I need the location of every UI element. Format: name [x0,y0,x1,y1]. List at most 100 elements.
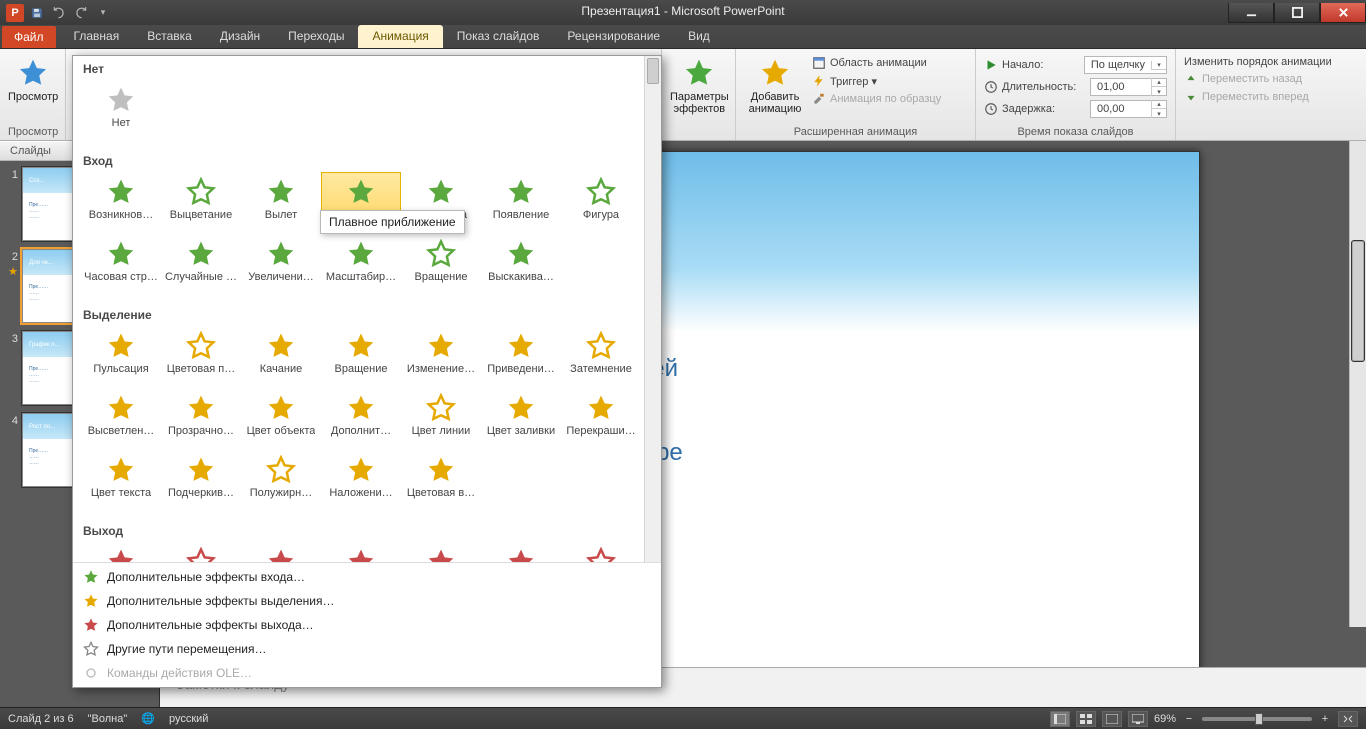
anim-item[interactable]: Цвет линии [401,388,481,450]
pane-icon [812,56,826,70]
zoom-out-button[interactable]: − [1182,713,1196,725]
tab-insert[interactable]: Вставка [133,25,206,48]
duration-spinner[interactable]: 01,00▴▾ [1090,78,1167,96]
start-dropdown[interactable]: По щелчку▾ [1084,56,1167,74]
anim-item[interactable]: Наложени… [321,450,401,512]
group-caption-advanced: Расширенная анимация [744,124,967,138]
view-sorter-button[interactable] [1076,711,1096,727]
anim-item[interactable]: Выцветание [161,172,241,234]
view-slideshow-button[interactable] [1128,711,1148,727]
anim-item[interactable]: Исчезнове… [81,542,161,562]
anim-item[interactable]: Выскакива… [481,234,561,296]
anim-item[interactable]: Вращение [321,326,401,388]
tab-animations[interactable]: Анимация [358,25,442,48]
status-language[interactable]: русский [169,713,208,725]
anim-item[interactable]: Увеличени… [241,234,321,296]
anim-item[interactable]: Цветовая в… [401,450,481,512]
anim-item[interactable]: Перекраши… [561,388,641,450]
thumb-number: 1 [4,167,18,181]
gallery-scrollbar-thumb[interactable] [647,58,659,84]
anim-item[interactable]: Плавное уд… [321,542,401,562]
vertical-scrollbar[interactable] [1349,141,1366,627]
group-effect-options: Параметры эффектов [662,49,736,140]
zoom-in-button[interactable]: + [1318,713,1332,725]
anim-item[interactable]: Приведени… [481,326,561,388]
tab-view[interactable]: Вид [674,25,724,48]
anim-item[interactable]: Качание [241,326,321,388]
anim-item[interactable]: Затемнение [561,326,641,388]
tab-design[interactable]: Дизайн [206,25,274,48]
group-caption-timing: Время показа слайдов [984,124,1167,138]
star-icon [104,329,138,363]
anim-item[interactable]: Изменение… [401,326,481,388]
anim-item[interactable]: Вращение [401,234,481,296]
minimize-button[interactable] [1228,3,1274,23]
tab-slideshow[interactable]: Показ слайдов [443,25,554,48]
close-button[interactable] [1320,3,1366,23]
anim-item[interactable]: Масштабир… [321,234,401,296]
trigger-button[interactable]: Триггер ▾ [812,73,941,89]
star-icon [344,453,378,487]
status-language-icon[interactable]: 🌐 [141,712,155,725]
anim-item[interactable]: Часовая стр… [81,234,161,296]
add-animation-button[interactable]: Добавить анимацию [744,53,806,115]
star-icon [104,83,138,117]
tab-file[interactable]: Файл [2,26,56,48]
tab-review[interactable]: Рецензирование [553,25,674,48]
view-normal-button[interactable] [1050,711,1070,727]
anim-item[interactable]: Цвет объекта [241,388,321,450]
anim-item[interactable]: Панорама [401,542,481,562]
anim-item[interactable]: Цветовая п… [161,326,241,388]
anim-item[interactable]: Дополнит… [321,388,401,450]
anim-none[interactable]: Нет [81,80,161,142]
anim-item[interactable]: Появление [481,542,561,562]
effect-options-button[interactable]: Параметры эффектов [670,53,729,115]
zoom-slider[interactable] [1202,717,1312,721]
more-exit-effects[interactable]: Дополнительные эффекты выхода… [73,613,661,637]
clock-icon [984,80,998,94]
anim-item[interactable]: Случайные … [161,234,241,296]
fit-to-window-button[interactable] [1338,711,1358,727]
save-button[interactable] [28,4,46,22]
view-reading-button[interactable] [1102,711,1122,727]
app-icon[interactable]: P [6,4,24,22]
qat-dropdown[interactable]: ▾ [94,4,112,22]
anim-item[interactable]: Пульсация [81,326,161,388]
maximize-button[interactable] [1274,3,1320,23]
anim-item-label: Дополнит… [331,425,391,437]
redo-button[interactable] [72,4,90,22]
anim-item[interactable]: Вылет [241,172,321,234]
anim-item[interactable]: Цвет заливки [481,388,561,450]
anim-item[interactable]: Возникнов… [81,172,161,234]
move-later-button[interactable]: Переместить вперед [1184,89,1358,105]
scrollbar-thumb[interactable] [1352,241,1364,361]
tab-transitions[interactable]: Переходы [274,25,358,48]
anim-item-label: Цвет текста [91,487,151,499]
up-icon [1184,72,1198,86]
undo-button[interactable] [50,4,68,22]
anim-item[interactable]: Фигура [561,542,641,562]
anim-item[interactable]: Полужирн… [241,450,321,512]
more-motion-paths[interactable]: Другие пути перемещения… [73,637,661,661]
anim-item[interactable]: Подчеркив… [161,450,241,512]
star-icon [184,237,218,271]
anim-item[interactable]: Прозрачно… [161,388,241,450]
animation-painter-button[interactable]: Анимация по образцу [812,91,941,107]
delay-spinner[interactable]: 00,00▴▾ [1090,100,1167,118]
preview-button[interactable]: Просмотр [8,53,58,103]
zoom-slider-knob[interactable] [1255,713,1263,725]
anim-item[interactable]: Выцветание [161,542,241,562]
more-entrance-effects[interactable]: Дополнительные эффекты входа… [73,565,661,589]
anim-item[interactable]: Цвет текста [81,450,161,512]
move-earlier-button[interactable]: Переместить назад [1184,71,1358,87]
effect-options-label: Параметры эффектов [670,91,729,115]
tab-home[interactable]: Главная [60,25,134,48]
zoom-level[interactable]: 69% [1154,713,1176,725]
gallery-scrollbar[interactable] [644,56,661,562]
more-emphasis-effects[interactable]: Дополнительные эффекты выделения… [73,589,661,613]
animation-pane-button[interactable]: Область анимации [812,55,941,71]
anim-item[interactable]: Высветлен… [81,388,161,450]
anim-item[interactable]: Вылет за кр… [241,542,321,562]
anim-item[interactable]: Фигура [561,172,641,234]
anim-item[interactable]: Появление [481,172,561,234]
